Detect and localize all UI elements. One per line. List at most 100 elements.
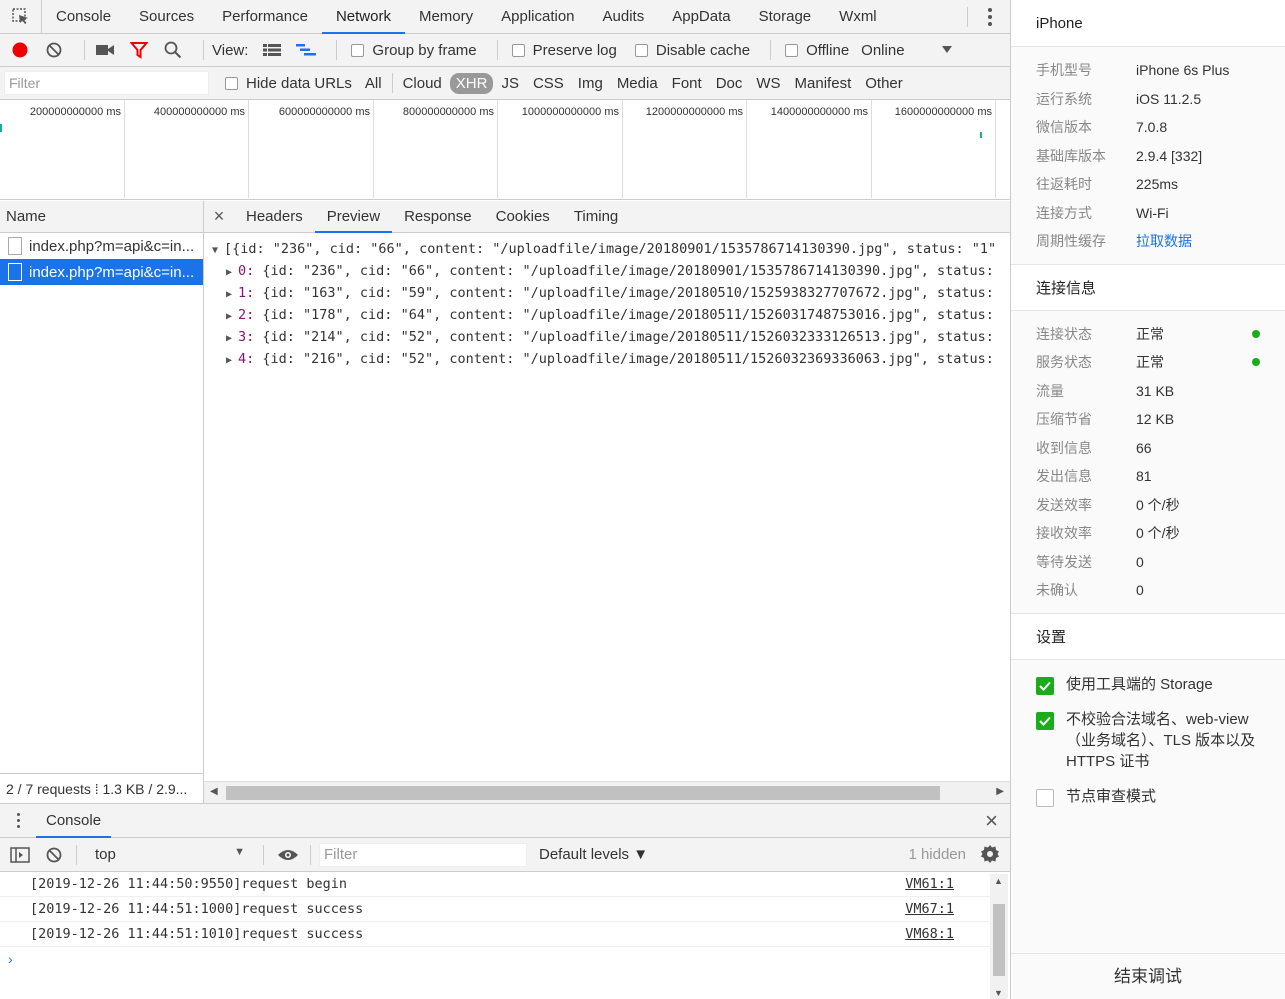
tab-cookies[interactable]: Cookies bbox=[484, 201, 562, 233]
json-item-row[interactable]: ▶ 1: {id: "163", cid: "59", content: "/up… bbox=[212, 283, 1002, 305]
filter-type-font[interactable]: Font bbox=[666, 73, 708, 94]
scroll-down-icon[interactable]: ▼ bbox=[994, 988, 1003, 998]
scrollbar-thumb[interactable] bbox=[993, 904, 1005, 976]
setting-option[interactable]: 不校验合法域名、web-view（业务域名）、TLS 版本以及 HTTPS 证书 bbox=[1011, 709, 1285, 772]
log-source-link[interactable]: VM68:1 bbox=[905, 922, 954, 947]
console-scrollbar[interactable]: ▲ ▼ bbox=[990, 874, 1008, 999]
close-icon[interactable]: × bbox=[204, 206, 234, 227]
tab-application[interactable]: Application bbox=[487, 0, 588, 34]
filter-type-ws[interactable]: WS bbox=[750, 73, 786, 94]
horizontal-scrollbar[interactable]: ◀ ▶ bbox=[204, 781, 1010, 803]
scrollbar-thumb[interactable] bbox=[226, 786, 940, 800]
tab-timing[interactable]: Timing bbox=[562, 201, 630, 233]
offline-checkbox[interactable] bbox=[785, 43, 799, 57]
tab-storage[interactable]: Storage bbox=[745, 0, 826, 34]
tab-headers[interactable]: Headers bbox=[234, 201, 315, 233]
json-item-row[interactable]: ▶ 0: {id: "236", cid: "66", content: "/up… bbox=[212, 261, 1002, 283]
setting-option[interactable]: 使用工具端的 Storage bbox=[1011, 674, 1285, 695]
clear-icon[interactable] bbox=[42, 38, 66, 62]
network-overview-timeline[interactable]: 200000000000 ms 400000000000 ms 60000000… bbox=[0, 100, 1010, 200]
collapsed-triangle-icon[interactable]: ▶ bbox=[226, 329, 238, 349]
hide-data-urls-checkbox[interactable] bbox=[225, 76, 238, 90]
json-item-index: 2: bbox=[238, 307, 255, 323]
name-column-header[interactable]: Name bbox=[0, 201, 203, 233]
clear-console-icon[interactable] bbox=[42, 843, 66, 867]
record-icon[interactable] bbox=[8, 38, 32, 62]
info-row: 未确认 0 bbox=[1011, 576, 1285, 605]
filter-type-js[interactable]: JS bbox=[495, 73, 525, 94]
collapsed-triangle-icon[interactable]: ▶ bbox=[226, 285, 238, 305]
drawer-menu-icon[interactable] bbox=[0, 813, 36, 828]
tab-response[interactable]: Response bbox=[392, 201, 484, 233]
tab-console-drawer[interactable]: Console bbox=[36, 804, 112, 838]
sidebar-toggle-icon[interactable] bbox=[8, 843, 32, 867]
tab-network[interactable]: Network bbox=[321, 0, 405, 34]
filter-type-media[interactable]: Media bbox=[611, 73, 664, 94]
checkbox-checked-icon[interactable] bbox=[1036, 676, 1054, 695]
log-source-link[interactable]: VM67:1 bbox=[905, 897, 954, 922]
waterfall-icon[interactable] bbox=[294, 38, 318, 62]
end-debug-button[interactable]: 结束调试 bbox=[1011, 953, 1285, 999]
tab-memory[interactable]: Memory bbox=[405, 0, 487, 34]
overview-request-bar bbox=[980, 132, 982, 138]
tab-audits[interactable]: Audits bbox=[589, 0, 659, 34]
fetch-data-link[interactable]: 拉取数据 bbox=[1136, 231, 1192, 251]
json-item-text: {id: "214", cid: "52", content: "/upload… bbox=[254, 329, 994, 345]
tab-preview[interactable]: Preview bbox=[314, 201, 393, 233]
chevron-down-icon[interactable] bbox=[935, 38, 959, 62]
group-by-frame-checkbox[interactable] bbox=[351, 43, 365, 57]
gear-icon[interactable] bbox=[980, 844, 1000, 868]
filter-type-xhr[interactable]: XHR bbox=[449, 72, 494, 94]
close-drawer-icon[interactable]: × bbox=[985, 808, 998, 834]
filter-type-css[interactable]: CSS bbox=[527, 73, 570, 94]
filter-icon[interactable] bbox=[127, 38, 151, 62]
tab-console[interactable]: Console bbox=[42, 0, 125, 34]
disable-cache-checkbox[interactable] bbox=[634, 43, 648, 57]
tab-sources[interactable]: Sources bbox=[125, 0, 208, 34]
filter-type-doc[interactable]: Doc bbox=[710, 73, 749, 94]
tab-performance[interactable]: Performance bbox=[208, 0, 322, 34]
detail-tab-bar: × Headers Preview Response Cookies Timin… bbox=[204, 201, 1010, 233]
console-prompt[interactable]: › bbox=[0, 947, 1010, 971]
device-title: iPhone bbox=[1011, 0, 1285, 47]
checkbox-checked-icon[interactable] bbox=[1036, 711, 1054, 730]
collapsed-triangle-icon[interactable]: ▶ bbox=[226, 307, 238, 327]
context-selector[interactable]: top ▼ bbox=[85, 846, 255, 863]
video-camera-icon[interactable] bbox=[93, 38, 117, 62]
console-toolbar: top ▼ Filter Default levels ▼ 1 hidden bbox=[0, 838, 1010, 872]
scroll-right-icon[interactable]: ▶ bbox=[996, 786, 1004, 797]
tab-wxml[interactable]: Wxml bbox=[825, 0, 891, 34]
filter-type-all[interactable]: All bbox=[359, 73, 388, 94]
scroll-left-icon[interactable]: ◀ bbox=[210, 786, 218, 797]
json-root-row[interactable]: ▼ [{id: "236", cid: "66", content: "/uplo… bbox=[212, 239, 1002, 261]
default-levels-dropdown[interactable]: Default levels ▼ bbox=[539, 846, 648, 863]
json-item-row[interactable]: ▶ 3: {id: "214", cid: "52", content: "/up… bbox=[212, 327, 1002, 349]
scroll-up-icon[interactable]: ▲ bbox=[994, 876, 1003, 886]
log-source-link[interactable]: VM61:1 bbox=[905, 872, 954, 897]
search-icon[interactable] bbox=[161, 38, 185, 62]
collapsed-triangle-icon[interactable]: ▶ bbox=[226, 351, 238, 371]
console-filter-input[interactable]: Filter bbox=[319, 842, 527, 867]
json-item-row[interactable]: ▶ 2: {id: "178", cid: "64", content: "/up… bbox=[212, 305, 1002, 327]
throttle-select[interactable]: Online bbox=[861, 42, 904, 59]
expanded-triangle-icon[interactable]: ▼ bbox=[212, 241, 224, 261]
filter-type-other[interactable]: Other bbox=[859, 73, 909, 94]
setting-option[interactable]: 节点审查模式 bbox=[1011, 786, 1285, 807]
large-rows-icon[interactable] bbox=[260, 38, 284, 62]
filter-type-manifest[interactable]: Manifest bbox=[789, 73, 858, 94]
tab-appdata[interactable]: AppData bbox=[658, 0, 744, 34]
info-value: 31 KB bbox=[1136, 382, 1175, 399]
request-row[interactable]: index.php?m=api&c=in... bbox=[0, 233, 203, 259]
filter-type-cloud[interactable]: Cloud bbox=[397, 73, 448, 94]
overview-tick: 600000000000 ms bbox=[249, 100, 374, 198]
eye-icon[interactable] bbox=[276, 843, 300, 867]
json-item-row[interactable]: ▶ 4: {id: "216", cid: "52", content: "/up… bbox=[212, 349, 1002, 371]
collapsed-triangle-icon[interactable]: ▶ bbox=[226, 263, 238, 283]
more-options-icon[interactable] bbox=[980, 0, 1000, 34]
filter-input[interactable]: Filter bbox=[4, 71, 209, 95]
request-row-selected[interactable]: index.php?m=api&c=in... bbox=[0, 259, 203, 285]
checkbox-unchecked-icon[interactable] bbox=[1036, 788, 1054, 807]
preserve-log-checkbox[interactable] bbox=[511, 43, 525, 57]
filter-type-img[interactable]: Img bbox=[572, 73, 609, 94]
inspect-element-icon[interactable] bbox=[0, 0, 42, 34]
